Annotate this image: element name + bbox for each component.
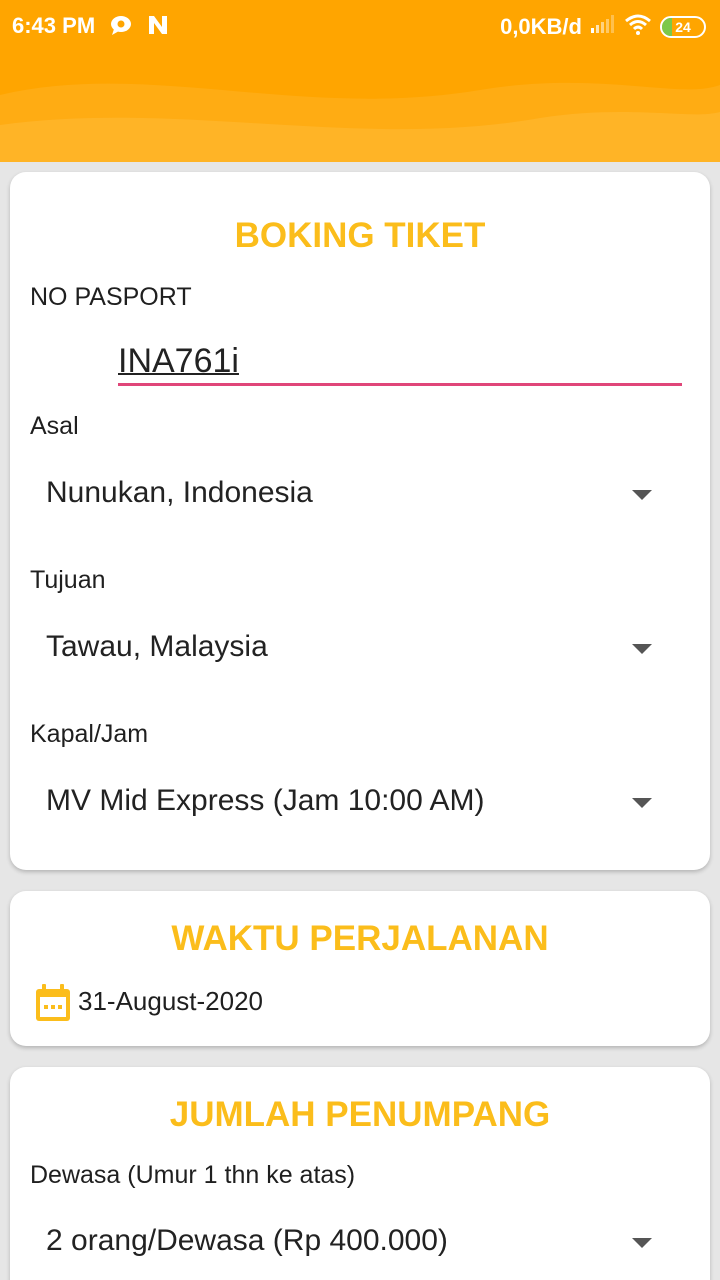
status-right-group: 0,0KB/d 24 xyxy=(500,13,706,41)
calendar-icon xyxy=(34,983,72,1028)
destination-value: Tawau, Malaysia xyxy=(46,630,268,663)
n-notification-icon xyxy=(146,13,170,43)
adult-count-value: 2 orang/Dewasa (Rp 400.000) xyxy=(46,1224,448,1257)
status-time: 6:43 PM xyxy=(12,13,96,38)
ship-label: Kapal/Jam xyxy=(30,720,149,748)
travel-time-title: WAKTU PERJALANAN xyxy=(171,919,549,958)
chevron-down-icon xyxy=(632,490,652,500)
battery-level: 24 xyxy=(675,19,691,35)
chevron-down-icon xyxy=(632,1238,652,1248)
passengers-title: JUMLAH PENUMPANG xyxy=(169,1095,551,1134)
app-header: 6:43 PM 0,0KB/d 24 xyxy=(0,0,720,162)
passengers-card: JUMLAH PENUMPANG Dewasa (Umur 1 thn ke a… xyxy=(10,1067,710,1280)
destination-label: Tujuan xyxy=(30,566,106,594)
travel-time-card: WAKTU PERJALANAN 31-August-2020 xyxy=(10,891,710,1046)
network-speed: 0,0KB/d xyxy=(500,14,582,39)
origin-value: Nunukan, Indonesia xyxy=(46,476,313,509)
chevron-down-icon xyxy=(632,644,652,654)
ship-dropdown[interactable]: MV Mid Express (Jam 10:00 AM) xyxy=(10,772,710,832)
chat-bubble-icon xyxy=(110,13,134,43)
destination-dropdown[interactable]: Tawau, Malaysia xyxy=(10,618,710,678)
booking-title: BOKING TIKET xyxy=(234,216,486,255)
origin-dropdown[interactable]: Nunukan, Indonesia xyxy=(10,464,710,524)
status-bar: 6:43 PM 0,0KB/d 24 xyxy=(0,0,720,52)
origin-label: Asal xyxy=(30,412,79,440)
signal-icon xyxy=(590,14,616,40)
wifi-icon xyxy=(624,13,652,41)
passport-label: NO PASPORT xyxy=(30,283,192,311)
ship-value: MV Mid Express (Jam 10:00 AM) xyxy=(46,784,485,817)
adult-label: Dewasa (Umur 1 thn ke atas) xyxy=(30,1161,356,1189)
battery-icon: 24 xyxy=(660,16,706,38)
passport-input-wrapper[interactable] xyxy=(118,342,682,386)
chevron-down-icon xyxy=(632,798,652,808)
booking-card: BOKING TIKET NO PASPORT Asal Nunukan, In… xyxy=(10,172,710,870)
travel-date: 31-August-2020 xyxy=(78,986,264,1016)
passport-input[interactable] xyxy=(118,342,682,381)
adult-count-dropdown[interactable]: 2 orang/Dewasa (Rp 400.000) xyxy=(10,1212,710,1272)
